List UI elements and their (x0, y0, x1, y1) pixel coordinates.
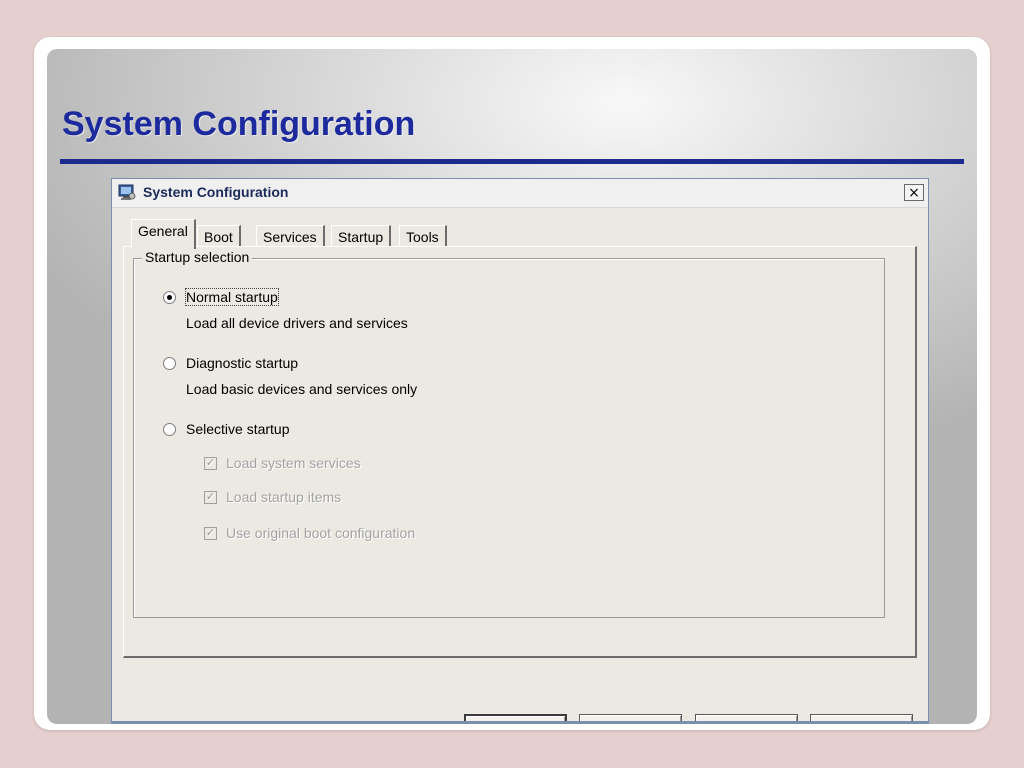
diagnostic-startup-option[interactable]: Diagnostic startup (163, 355, 298, 371)
use-original-boot-configuration-option[interactable]: ✓ Use original boot configuration (204, 525, 415, 541)
tab-tools[interactable]: Tools (399, 225, 447, 246)
startup-selection-group: Startup selection (133, 249, 885, 618)
tab-general[interactable]: General (131, 219, 196, 249)
load-system-services-checkbox[interactable]: ✓ (204, 456, 217, 470)
normal-startup-description: Load all device drivers and services (186, 315, 408, 331)
tab-boot[interactable]: Boot (197, 225, 241, 246)
normal-startup-radio[interactable] (163, 290, 176, 304)
diagnostic-startup-label: Diagnostic startup (186, 355, 299, 371)
use-original-boot-configuration-checkbox[interactable]: ✓ (204, 526, 217, 540)
tab-startup[interactable]: Startup (331, 225, 392, 246)
slide-frame: System Configuration System Configuratio… (34, 37, 990, 730)
dialog-title: System Configuration (143, 184, 289, 200)
load-system-services-option[interactable]: ✓ Load system services (204, 455, 361, 471)
load-system-services-label: Load system services (226, 455, 361, 471)
selective-startup-radio[interactable] (163, 422, 176, 436)
normal-startup-label: Normal startup (185, 288, 279, 306)
dialog-bottom-edge (112, 721, 928, 724)
dialog-titlebar[interactable]: System Configuration × (112, 179, 928, 208)
tab-services[interactable]: Services (256, 225, 325, 246)
startup-selection-label: Startup selection (142, 249, 253, 265)
selective-startup-option[interactable]: Selective startup (163, 421, 290, 437)
slide-title: System Configuration (62, 105, 416, 143)
system-configuration-icon (118, 184, 136, 200)
load-startup-items-option[interactable]: ✓ Load startup items (204, 489, 341, 505)
load-startup-items-label: Load startup items (226, 489, 342, 505)
close-icon: × (908, 184, 920, 201)
normal-startup-option[interactable]: Normal startup (163, 288, 279, 306)
use-original-boot-configuration-label: Use original boot configuration (226, 525, 416, 541)
diagnostic-startup-description: Load basic devices and services only (186, 381, 418, 397)
load-startup-items-checkbox[interactable]: ✓ (204, 490, 217, 504)
title-rule (60, 159, 964, 164)
selective-startup-label: Selective startup (186, 421, 290, 437)
system-configuration-dialog: System Configuration × General Boot Serv… (111, 178, 929, 724)
close-button[interactable]: × (904, 184, 924, 201)
diagnostic-startup-radio[interactable] (163, 356, 176, 370)
slide-panel: System Configuration System Configuratio… (47, 49, 977, 724)
